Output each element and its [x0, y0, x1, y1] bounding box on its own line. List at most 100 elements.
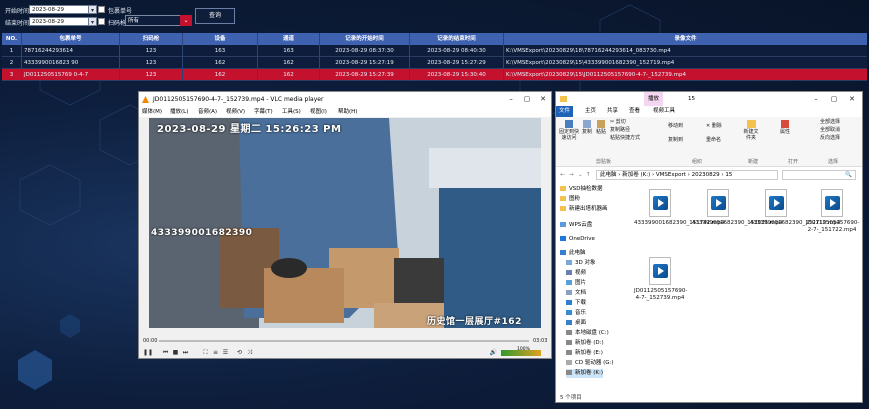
- scanner-checkbox[interactable]: [98, 18, 105, 25]
- nav-item-selected[interactable]: 新加卷 (K:): [566, 369, 603, 378]
- back-icon[interactable]: ←: [560, 169, 565, 181]
- prev-icon[interactable]: ⏮: [161, 348, 170, 357]
- menu-media[interactable]: 媒体(M): [142, 107, 162, 117]
- maximize-button[interactable]: ▢: [826, 92, 842, 106]
- nav-item[interactable]: 本地磁盘 (C:): [566, 329, 609, 338]
- file-item[interactable]: JD0112505157690-4-7-_152739.mp4: [634, 257, 687, 302]
- tab-file[interactable]: 文件: [556, 106, 574, 117]
- up-icon[interactable]: ↑: [586, 169, 591, 181]
- paste-shortcut-button[interactable]: 粘贴快捷方式: [610, 135, 640, 141]
- nav-item[interactable]: VSD抽检数据: [560, 185, 603, 194]
- nav-item[interactable]: 视频: [566, 269, 586, 278]
- ribbon-context-tab[interactable]: 播放: [644, 92, 664, 106]
- pause-icon[interactable]: ❚❚: [143, 348, 153, 357]
- menu-tools[interactable]: 工具(S): [282, 107, 301, 117]
- end-time-input[interactable]: 2023-08-29 23:59:59: [29, 17, 89, 34]
- properties-button[interactable]: 属性: [778, 120, 792, 135]
- nav-item[interactable]: 新建出塔机器画: [560, 205, 608, 214]
- file-item[interactable]: 433399001682390_152025.mp4: [692, 189, 782, 227]
- maximize-button[interactable]: ▢: [519, 92, 535, 107]
- close-button[interactable]: ✕: [535, 92, 551, 107]
- tab-video-tools[interactable]: 视频工具: [650, 106, 678, 117]
- col-device[interactable]: 设备: [183, 33, 258, 45]
- search-input[interactable]: 🔍: [782, 170, 856, 180]
- copy-path-button[interactable]: 复制路径: [610, 127, 630, 133]
- delete-button[interactable]: ✕ 删除: [706, 123, 722, 129]
- select-all-button[interactable]: 全部选择: [820, 119, 840, 125]
- tab-home[interactable]: 主页: [582, 106, 599, 117]
- menu-help[interactable]: 帮助(H): [338, 107, 357, 117]
- crumb-vmsexport[interactable]: VMSExport: [656, 172, 686, 178]
- crumb-folder[interactable]: 15: [725, 172, 732, 178]
- menu-video[interactable]: 视频(V): [226, 107, 245, 117]
- crumb-drive[interactable]: 新加卷 (K:): [622, 172, 650, 178]
- col-channel[interactable]: 通道: [258, 33, 320, 45]
- cut-button[interactable]: ✂ 剪切: [610, 119, 626, 125]
- chevron-down-icon[interactable]: ⌄: [180, 15, 192, 26]
- pin-button[interactable]: 固定到快速访问: [558, 120, 580, 141]
- paste-button[interactable]: 粘贴: [594, 120, 608, 135]
- copy-to-button[interactable]: 复制到: [668, 137, 683, 143]
- shuffle-icon[interactable]: ⤨: [245, 348, 254, 357]
- nav-item[interactable]: CD 驱动器 (G:): [566, 359, 613, 368]
- tab-share[interactable]: 共享: [604, 106, 621, 117]
- nav-item[interactable]: WPS云盘: [560, 221, 592, 230]
- address-bar[interactable]: 此电脑 › 新加卷 (K:) › VMSExport › 20230829 › …: [596, 170, 778, 180]
- crumb-pc[interactable]: 此电脑: [600, 172, 617, 178]
- table-row[interactable]: 2 4333990016823 90 123 162 162 2023-08-2…: [2, 57, 867, 69]
- crumb-date[interactable]: 20230829: [692, 172, 720, 178]
- new-folder-button[interactable]: 新建文件夹: [742, 120, 760, 141]
- nav-item[interactable]: 音乐: [566, 309, 586, 318]
- menu-playback[interactable]: 播放(L): [170, 107, 188, 117]
- nav-item[interactable]: 图粉: [560, 195, 580, 204]
- col-file[interactable]: 录像文件: [504, 33, 867, 45]
- end-time-dropdown[interactable]: ▾: [88, 17, 97, 26]
- loop-icon[interactable]: ⟲: [235, 348, 244, 357]
- nav-item[interactable]: 此电脑: [560, 249, 586, 258]
- file-item[interactable]: JD0112505157690-2-7-_151722.mp4: [806, 189, 859, 234]
- stop-icon[interactable]: ■: [171, 348, 180, 357]
- col-end[interactable]: 记录的结束时间: [410, 33, 504, 45]
- recent-icon[interactable]: ⌄: [578, 169, 583, 181]
- menu-view[interactable]: 视图(I): [310, 107, 327, 117]
- invert-selection-button[interactable]: 反向选择: [820, 135, 840, 141]
- col-no[interactable]: NO.: [2, 33, 22, 45]
- file-item[interactable]: 433399001682390_152719.mp4: [750, 189, 840, 227]
- seek-bar[interactable]: 00:00 03:03: [139, 336, 551, 346]
- package-checkbox[interactable]: [98, 6, 105, 13]
- volume-icon[interactable]: 🔊: [489, 348, 498, 357]
- nav-item[interactable]: 下载: [566, 299, 586, 308]
- col-start[interactable]: 记录的开始时间: [320, 33, 410, 45]
- minimize-button[interactable]: –: [503, 92, 519, 107]
- query-button[interactable]: 查询: [195, 8, 235, 24]
- tab-view[interactable]: 查看: [626, 106, 643, 117]
- move-to-button[interactable]: 移动到: [668, 123, 683, 129]
- menu-subtitle[interactable]: 字幕(T): [254, 107, 273, 117]
- video-frame[interactable]: 2023-08-29 星期二 15:26:23 PM 4333990016823…: [149, 118, 541, 328]
- table-row-selected[interactable]: 3 JD011250515769 0-4-7 123 162 162 2023-…: [2, 69, 867, 81]
- playlist-icon[interactable]: ☰: [221, 348, 230, 357]
- minimize-button[interactable]: –: [808, 92, 824, 106]
- extended-settings-icon[interactable]: ≡: [211, 348, 220, 357]
- start-time-input[interactable]: 2023-08-29 00:00:00: [29, 5, 89, 22]
- nav-item[interactable]: 图片: [566, 279, 586, 288]
- fullscreen-icon[interactable]: ⛶: [201, 348, 210, 357]
- nav-item[interactable]: 桌面: [566, 319, 586, 328]
- forward-icon[interactable]: →: [569, 169, 574, 181]
- col-package[interactable]: 包裹单号: [22, 33, 120, 45]
- seek-track[interactable]: [159, 340, 529, 342]
- col-scanner[interactable]: 扫码枪: [120, 33, 183, 45]
- start-time-dropdown[interactable]: ▾: [88, 5, 97, 14]
- nav-item[interactable]: 新加卷 (D:): [566, 339, 604, 348]
- scanner-select[interactable]: 所有: [125, 15, 181, 26]
- nav-item[interactable]: 3D 对象: [566, 259, 595, 268]
- nav-item[interactable]: 文档: [566, 289, 586, 298]
- nav-item[interactable]: OneDrive: [560, 235, 595, 244]
- close-button[interactable]: ✕: [844, 92, 860, 106]
- select-none-button[interactable]: 全部取消: [820, 127, 840, 133]
- menu-audio[interactable]: 音频(A): [198, 107, 217, 117]
- rename-button[interactable]: 重命名: [706, 137, 721, 143]
- next-icon[interactable]: ⏭: [181, 348, 190, 357]
- table-row[interactable]: 1 78716244293614 123 163 163 2023-08-29 …: [2, 45, 867, 57]
- copy-button[interactable]: 复制: [580, 120, 594, 135]
